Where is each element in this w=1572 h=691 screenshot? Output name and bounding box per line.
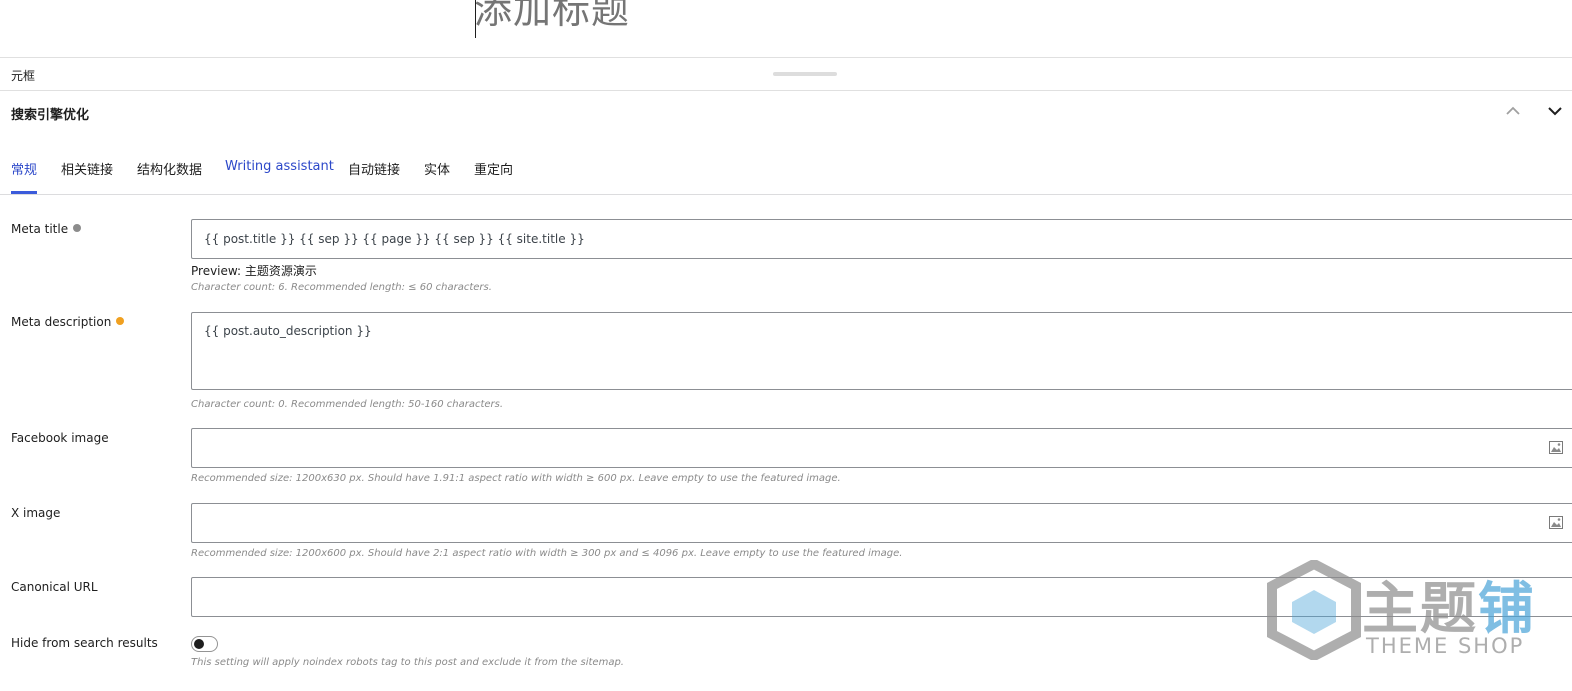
tab-general[interactable]: 常规 [11,159,37,178]
watermark-cn: 主题铺 [1362,564,1536,645]
x-image-label: X image [11,506,61,520]
move-up-icon[interactable] [1503,101,1523,121]
image-picker-icon[interactable] [1549,516,1563,529]
watermark-cn-accent: 铺 [1478,577,1536,642]
meta-description-label-text: Meta description [11,315,112,329]
logo-mark-icon [1267,560,1361,660]
seo-tabs: 常规 相关链接 结构化数据 Writing assistant 自动链接 实体 … [0,145,1572,195]
post-title-placeholder[interactable]: 添加标题 [474,0,630,34]
meta-description-textarea[interactable]: {{ post.auto_description }} [191,312,1572,390]
meta-description-hint: Character count: 0. Recommended length: … [191,399,504,410]
meta-description-label: Meta description [11,315,125,329]
meta-title-value: {{ post.title }} {{ sep }} {{ page }} {{… [204,232,585,246]
meta-description-status-dot [116,317,125,325]
toggle-knob [194,639,204,649]
tab-entities[interactable]: 实体 [424,159,450,178]
meta-title-input[interactable]: {{ post.title }} {{ sep }} {{ page }} {{… [191,219,1572,259]
tab-writing-assistant[interactable]: Writing assistant [225,159,334,174]
meta-title-status-dot [73,224,82,232]
facebook-image-input[interactable] [191,428,1572,468]
panel-title: 搜索引擎优化 [11,108,90,123]
post-title-area[interactable]: 添加标题 [0,0,1572,58]
meta-title-preview: Preview: 主题资源演示 [191,264,317,278]
watermark-cn-main: 主题 [1362,577,1478,642]
text-cursor [475,0,476,38]
x-image-hint: Recommended size: 1200x600 px. Should ha… [191,548,903,559]
meta-title-hint: Character count: 6. Recommended length: … [191,282,492,293]
hide-from-search-label: Hide from search results [11,636,158,650]
chevron-down-icon[interactable] [1545,101,1565,121]
seo-panel-header: 搜索引擎优化 [0,91,1572,135]
tab-structured-data[interactable]: 结构化数据 [137,159,202,178]
theme-shop-watermark: 主题铺 THEME SHOP [1266,560,1572,690]
image-picker-icon[interactable] [1549,441,1563,454]
active-tab-indicator [11,191,37,194]
watermark-en: THEME SHOP [1366,634,1525,658]
x-image-input[interactable] [191,503,1572,543]
resize-handle[interactable] [773,72,837,76]
meta-title-label: Meta title [11,222,82,236]
tab-auto-links[interactable]: 自动链接 [348,159,400,178]
meta-description-value: {{ post.auto_description }} [204,324,372,338]
facebook-image-label: Facebook image [11,431,109,445]
facebook-image-hint: Recommended size: 1200x630 px. Should ha… [191,473,841,484]
metabox-label: 元框 [11,69,36,83]
meta-title-label-text: Meta title [11,222,69,236]
canonical-url-label: Canonical URL [11,580,98,594]
metabox-bar: 元框 [0,58,1572,91]
hide-from-search-toggle[interactable] [191,636,218,652]
tab-related-links[interactable]: 相关链接 [61,159,113,178]
hide-from-search-hint: This setting will apply noindex robots t… [191,657,624,668]
tab-redirects[interactable]: 重定向 [474,159,513,178]
